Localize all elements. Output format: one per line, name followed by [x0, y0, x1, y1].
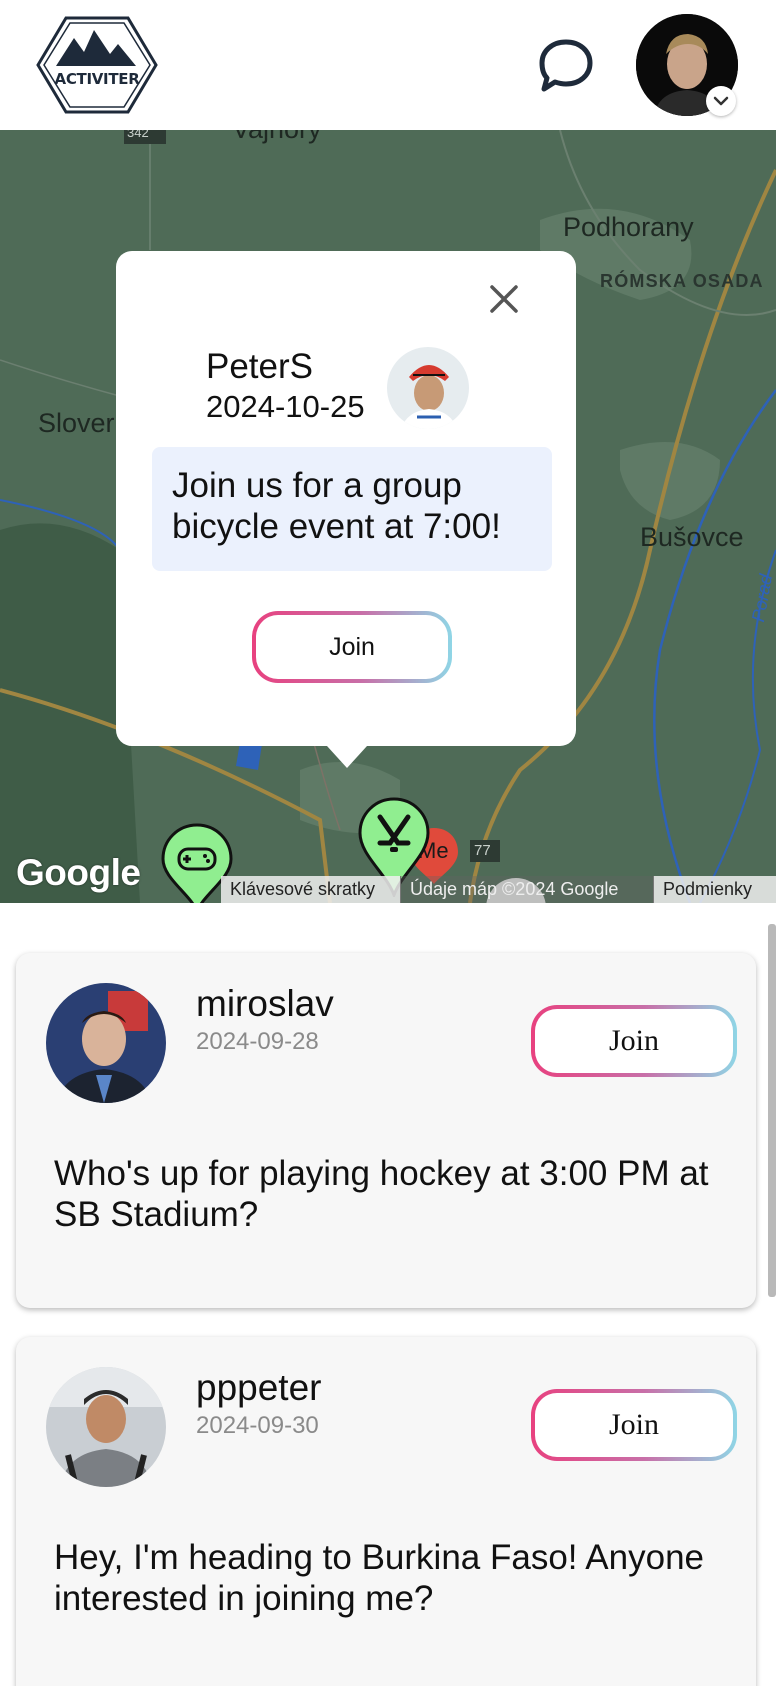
post-username: miroslav [196, 983, 334, 1024]
post-card: miroslav 2024-09-28 Join Who's up for pl… [16, 953, 756, 1308]
join-button-label: Join [535, 1393, 733, 1457]
post-date: 2024-09-30 [196, 1412, 319, 1439]
keyboard-shortcuts-link[interactable]: Klávesové skratky [221, 876, 401, 903]
post-card: pppeter 2024-09-30 Join Hey, I'm heading… [16, 1337, 756, 1686]
road-number-top: 342 [127, 130, 149, 140]
scrollbar[interactable] [768, 924, 776, 1297]
app-logo[interactable]: ACTIVITER [36, 16, 158, 114]
road-number-bottom: 77 [474, 842, 491, 859]
post-message: Hey, I'm heading to Burkina Faso! Anyone… [54, 1538, 705, 1618]
post-username: pppeter [196, 1367, 322, 1408]
join-button[interactable]: Join [531, 1389, 737, 1461]
map-label-busovce: Bušovce [640, 522, 744, 552]
terms-link[interactable]: Podmienky [654, 876, 776, 903]
post-message: Who's up for playing hockey at 3:00 PM a… [54, 1154, 709, 1234]
popup-join-button[interactable]: Join [252, 611, 452, 683]
profile-avatar-button[interactable] [636, 14, 738, 116]
map-label-slover: Slover [38, 408, 115, 438]
map-label-podhorany: Podhorany [563, 212, 694, 242]
chat-bubble-icon[interactable] [536, 36, 596, 96]
popup-join-label: Join [256, 615, 448, 679]
popup-message: Join us for a group bicycle event at 7:0… [152, 447, 552, 571]
popup-username: PeterS [206, 347, 313, 386]
popup-pointer [327, 746, 367, 768]
post-list[interactable]: miroslav 2024-09-28 Join Who's up for pl… [0, 903, 776, 1686]
popup-date: 2024-10-25 [206, 389, 365, 424]
join-button-label: Join [535, 1009, 733, 1073]
close-icon[interactable] [486, 281, 522, 317]
google-logo: Google [16, 852, 141, 893]
avatar [387, 347, 469, 429]
map-label-romska: RÓMSKA OSADA [600, 271, 764, 291]
join-button[interactable]: Join [531, 1005, 737, 1077]
post-date: 2024-09-28 [196, 1028, 319, 1055]
avatar [46, 983, 166, 1103]
app-header: ACTIVITER [0, 0, 776, 130]
avatar [46, 1367, 166, 1487]
logo-badge-icon [36, 16, 158, 114]
map-data-attribution: Údaje máp ©2024 Google [401, 876, 654, 903]
map-label-top: Vajnory [232, 130, 322, 145]
logo-text: ACTIVITER [54, 70, 140, 88]
chevron-down-icon[interactable] [706, 86, 736, 116]
event-popup: PeterS 2024-10-25 Join us for a group bi… [116, 251, 576, 746]
